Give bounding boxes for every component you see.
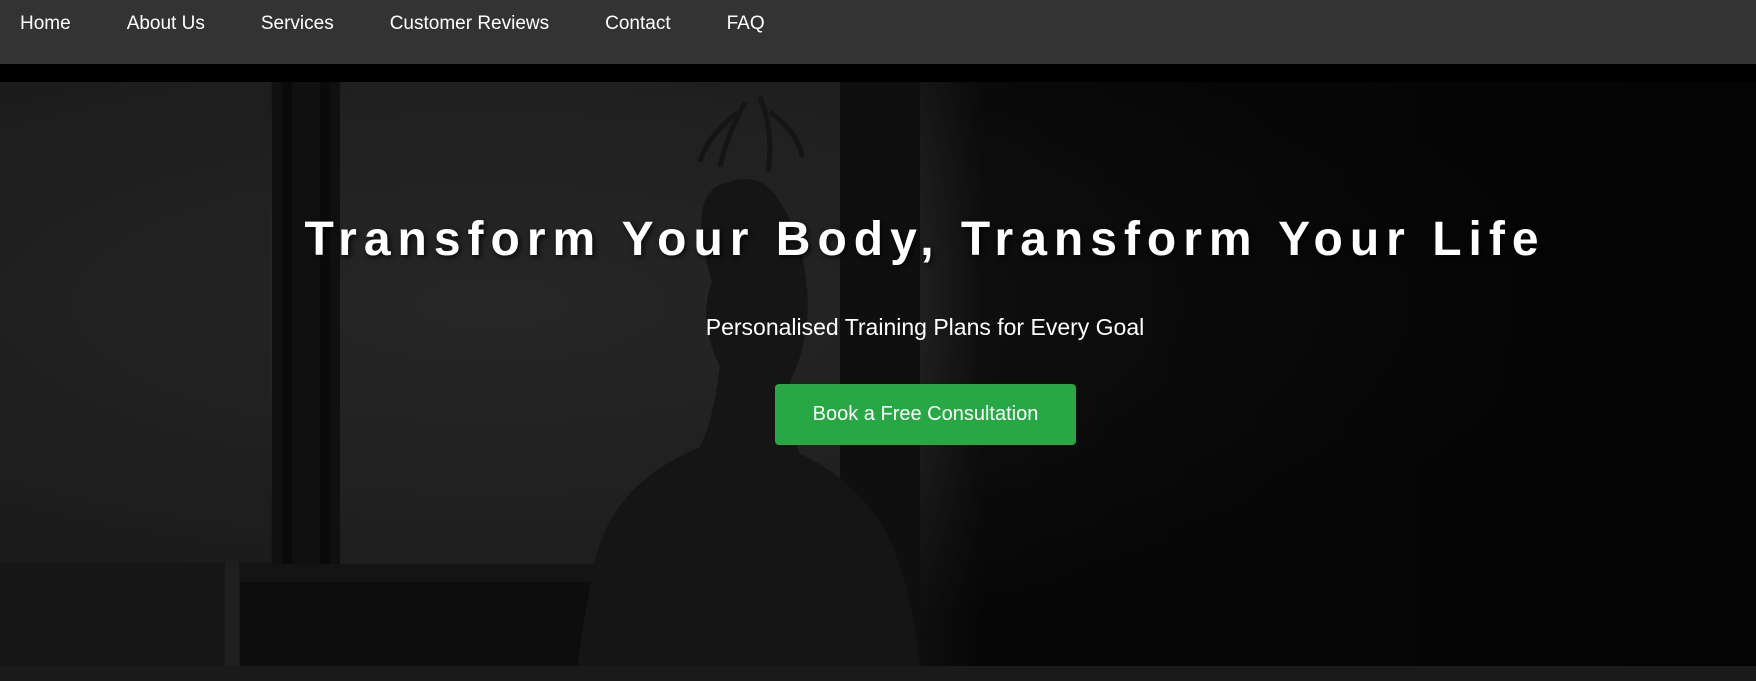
nav-menu: Home About Us Services Customer Reviews … [20, 13, 821, 35]
nav-item-about-us[interactable]: About Us [127, 13, 205, 35]
hero-subtitle: Personalised Training Plans for Every Go… [705, 314, 1145, 340]
footer-strip [0, 666, 1756, 681]
top-navbar: Home About Us Services Customer Reviews … [0, 0, 1756, 64]
hero-title: Transform Your Body, Transform Your Life [304, 213, 1546, 266]
hero-dark-overlay [0, 82, 1756, 666]
nav-divider-band [0, 64, 1756, 82]
hero-section: Transform Your Body, Transform Your Life… [0, 82, 1756, 666]
nav-item-services[interactable]: Services [261, 13, 334, 35]
nav-item-home[interactable]: Home [20, 13, 71, 35]
nav-item-customer-reviews[interactable]: Customer Reviews [390, 13, 549, 35]
book-consultation-button[interactable]: Book a Free Consultation [775, 384, 1076, 445]
nav-item-contact[interactable]: Contact [605, 13, 670, 35]
nav-item-faq[interactable]: FAQ [727, 13, 765, 35]
